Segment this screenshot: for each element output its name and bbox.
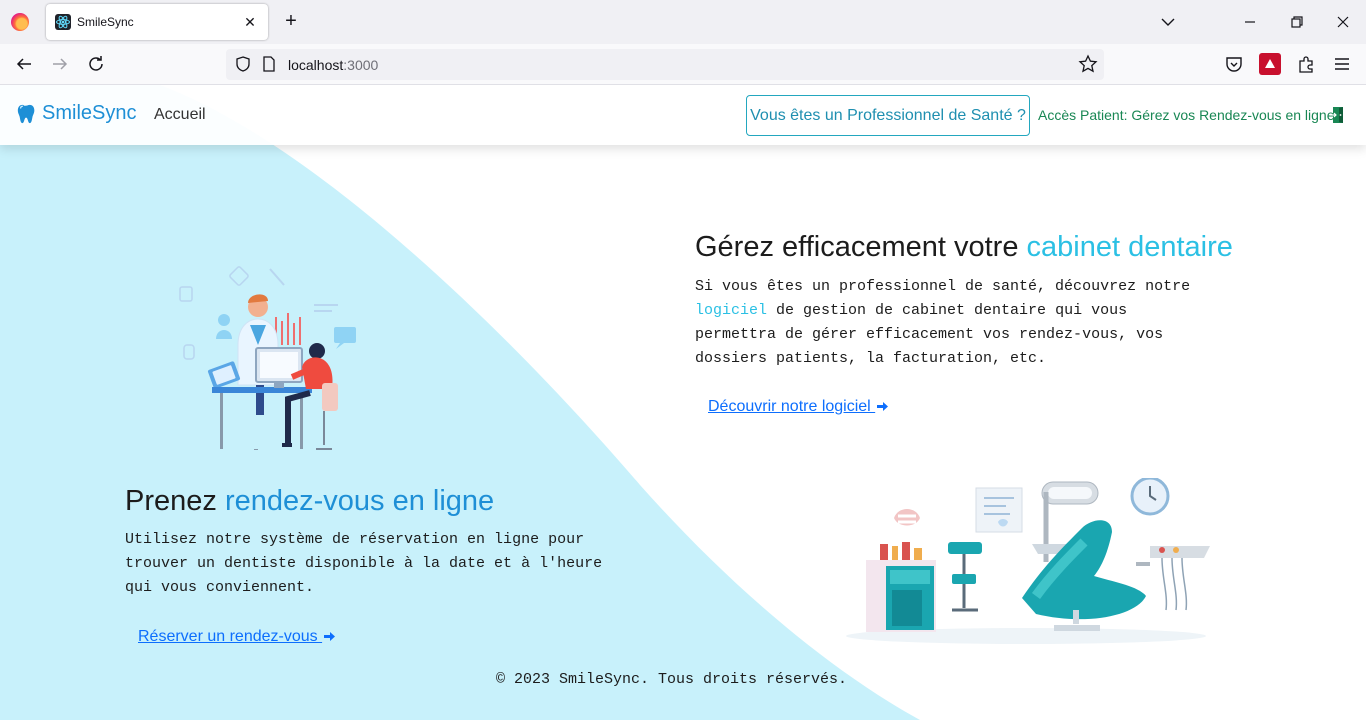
door-enter-icon[interactable] [1330,106,1346,124]
close-window-icon[interactable] [1331,10,1355,34]
patient-access-link[interactable]: Accès Patient: Gérez vos Rendez-vous en … [1038,107,1335,123]
brand-logo-link[interactable]: SmileSync [16,102,136,125]
professional-button[interactable]: Vous êtes un Professionnel de Santé ? [746,95,1030,136]
tooth-icon [17,104,35,123]
discover-software-link[interactable]: Découvrir notre logiciel [708,398,889,416]
patient-section-text: Utilisez notre système de réservation en… [125,531,603,596]
arrow-right-icon [877,402,889,412]
minimize-icon[interactable] [1238,10,1262,34]
tab-list-chevron-icon[interactable] [1156,10,1180,34]
reload-icon[interactable] [84,52,108,76]
nav-link-accueil[interactable]: Accueil [154,106,206,124]
site-navbar: SmileSync Accueil Vous êtes un Professio… [0,85,1366,145]
footer-copyright: © 2023 SmileSync. Tous droits réservés. [496,671,848,688]
browser-tab-bar: SmileSync ✕ + [0,0,1366,44]
extension-badge-icon[interactable] [1259,53,1281,75]
url-text[interactable]: localhost:3000 [288,57,378,73]
firefox-logo-icon [11,13,29,31]
browser-navigation-bar: localhost:3000 [0,44,1366,85]
new-tab-icon[interactable]: + [280,10,302,32]
shield-icon[interactable] [234,55,252,73]
arrow-right-icon [324,632,336,642]
menu-hamburger-icon[interactable] [1331,53,1353,75]
page-viewport: SmileSync Accueil Vous êtes un Professio… [0,85,1366,720]
react-favicon-icon [55,14,71,30]
bookmark-star-icon[interactable] [1078,54,1098,74]
doctor-consultation-illustration [179,266,356,450]
browser-tab[interactable]: SmileSync ✕ [46,4,268,40]
pro-section-title: Gérez efficacement votre cabinet dentair… [695,231,1233,263]
extensions-puzzle-icon[interactable] [1295,53,1317,75]
pro-section-text: Si vous êtes un professionnel de santé, … [695,278,1191,367]
forward-arrow-icon[interactable] [48,52,72,76]
patient-section-title: Prenez rendez-vous en ligne [125,485,495,517]
pocket-icon[interactable] [1223,53,1245,75]
dental-office-illustration [846,478,1210,644]
tab-title: SmileSync [77,15,134,29]
url-bar[interactable]: localhost:3000 [226,49,1104,80]
restore-icon[interactable] [1285,10,1309,34]
close-tab-icon[interactable]: ✕ [240,12,260,32]
book-appointment-link[interactable]: Réserver un rendez-vous [138,628,336,646]
brand-name: SmileSync [42,102,137,124]
page-info-icon[interactable] [262,56,276,72]
back-arrow-icon[interactable] [12,52,36,76]
